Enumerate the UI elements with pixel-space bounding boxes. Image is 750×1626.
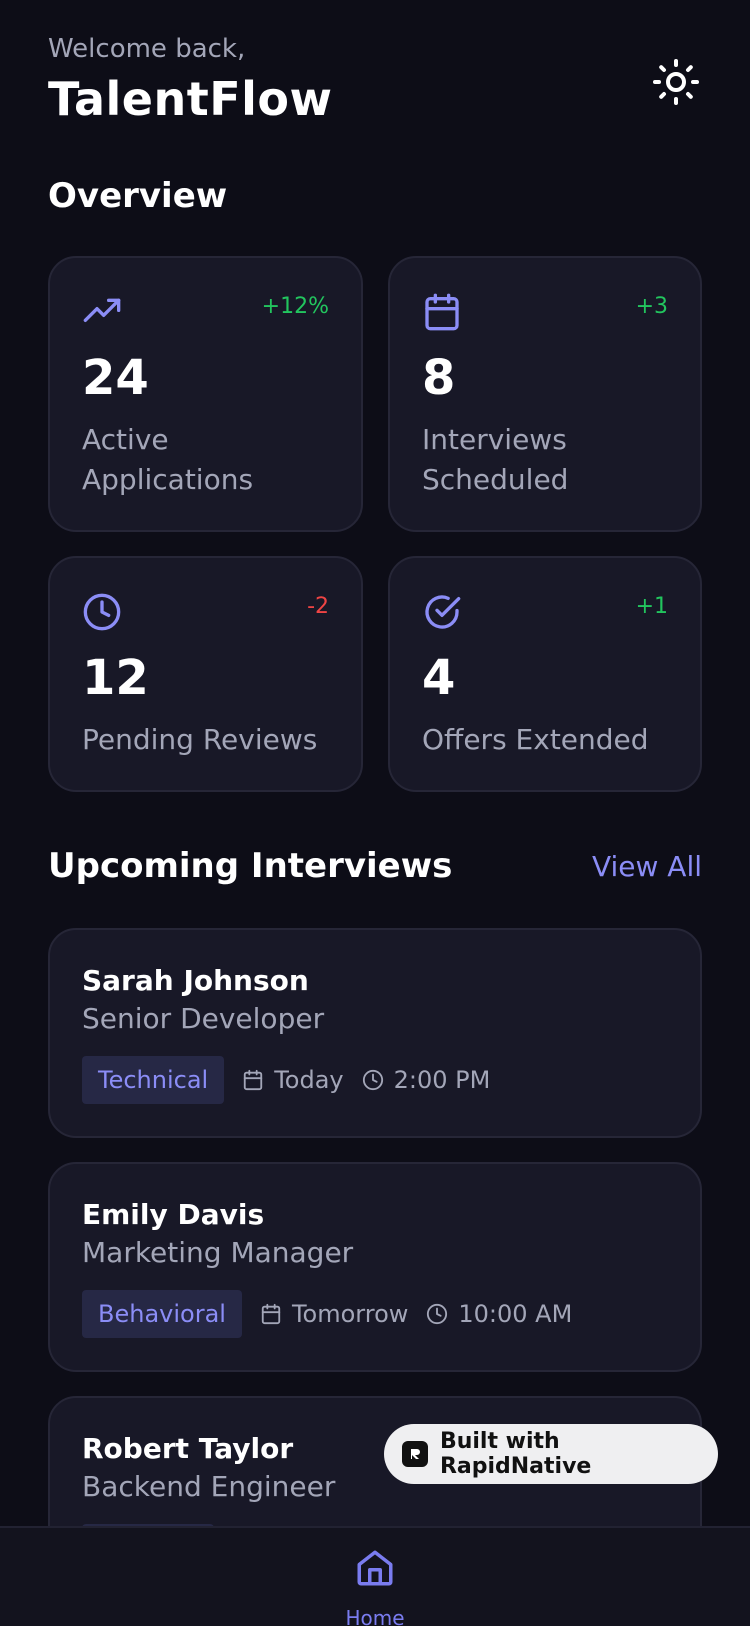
upcoming-interviews-title: Upcoming Interviews bbox=[48, 846, 453, 886]
tab-home[interactable]: Home bbox=[0, 1528, 750, 1626]
rapidnative-glyph-icon bbox=[410, 1449, 420, 1459]
theme-toggle-button[interactable] bbox=[652, 58, 700, 106]
interview-meta: Technical Today 2:00 PM bbox=[82, 1056, 490, 1104]
interview-type-badge: Technical bbox=[82, 1056, 225, 1104]
stat-delta: +12% bbox=[261, 294, 329, 319]
stat-card-pending-reviews[interactable]: -2 12 Pending Reviews bbox=[48, 556, 363, 792]
interview-date: Tomorrow bbox=[260, 1300, 408, 1328]
tab-home-label: Home bbox=[345, 1606, 405, 1626]
interview-time: 2:00 PM bbox=[362, 1066, 491, 1094]
built-with-rapidnative-badge[interactable]: Built with RapidNative bbox=[384, 1424, 718, 1484]
rapidnative-label: Built with RapidNative bbox=[439, 1429, 592, 1479]
calendar-icon bbox=[425, 293, 459, 331]
interview-date-text: Today bbox=[274, 1066, 344, 1094]
stat-delta: -2 bbox=[307, 594, 329, 619]
interview-time-text: 10:00 AM bbox=[458, 1300, 573, 1328]
welcome-text: Welcome back, bbox=[48, 34, 246, 64]
stat-card-interviews-scheduled[interactable]: +3 8 Interviews Scheduled bbox=[388, 256, 702, 532]
stat-value: 4 bbox=[422, 650, 456, 706]
stat-delta: +3 bbox=[635, 294, 668, 319]
interview-type-badge: Behavioral bbox=[82, 1290, 242, 1338]
bottom-tab-bar: Home bbox=[0, 1526, 750, 1626]
stat-value: 24 bbox=[82, 350, 149, 406]
interview-card[interactable]: Sarah Johnson Senior Developer Technical… bbox=[48, 928, 702, 1138]
stat-card-active-applications[interactable]: +12% 24 Active Applications bbox=[48, 256, 363, 532]
candidate-name: Sarah Johnson bbox=[82, 964, 309, 997]
calendar-icon bbox=[261, 1303, 281, 1325]
clock-icon bbox=[83, 593, 121, 631]
check-circle-icon bbox=[425, 595, 461, 629]
stat-label: Interviews Scheduled bbox=[422, 423, 569, 496]
header: Welcome back, TalentFlow bbox=[48, 34, 332, 126]
interview-card[interactable]: Emily Davis Marketing Manager Behavioral… bbox=[48, 1162, 702, 1372]
app-title: TalentFlow bbox=[48, 72, 333, 126]
calendar-icon bbox=[244, 1069, 263, 1091]
stat-value: 12 bbox=[82, 650, 149, 706]
rapidnative-logo-icon bbox=[402, 1441, 428, 1467]
candidate-role: Marketing Manager bbox=[82, 1236, 354, 1269]
overview-title: Overview bbox=[48, 176, 228, 216]
trending-up-icon bbox=[83, 298, 121, 322]
interview-meta: Behavioral Tomorrow 10:00 AM bbox=[82, 1290, 572, 1338]
stat-delta: +1 bbox=[635, 594, 668, 619]
home-icon bbox=[357, 1550, 393, 1586]
interview-time-text: 2:00 PM bbox=[393, 1066, 491, 1094]
stat-label: Pending Reviews bbox=[82, 723, 318, 756]
stat-label: Offers Extended bbox=[422, 723, 649, 756]
interview-time: 10:00 AM bbox=[426, 1300, 572, 1328]
stat-card-offers-extended[interactable]: +1 4 Offers Extended bbox=[388, 556, 702, 792]
clock-icon bbox=[427, 1303, 448, 1325]
candidate-role: Backend Engineer bbox=[82, 1470, 336, 1503]
candidate-name: Robert Taylor bbox=[82, 1432, 294, 1465]
candidate-name: Emily Davis bbox=[82, 1198, 265, 1231]
stat-value: 8 bbox=[422, 350, 456, 406]
candidate-role: Senior Developer bbox=[82, 1002, 325, 1035]
clock-icon bbox=[362, 1069, 383, 1091]
view-all-link[interactable]: View All bbox=[592, 850, 702, 883]
interview-date: Today bbox=[242, 1066, 344, 1094]
stat-label: Active Applications bbox=[82, 423, 254, 496]
interview-date-text: Tomorrow bbox=[291, 1300, 409, 1328]
sun-icon bbox=[653, 59, 699, 105]
